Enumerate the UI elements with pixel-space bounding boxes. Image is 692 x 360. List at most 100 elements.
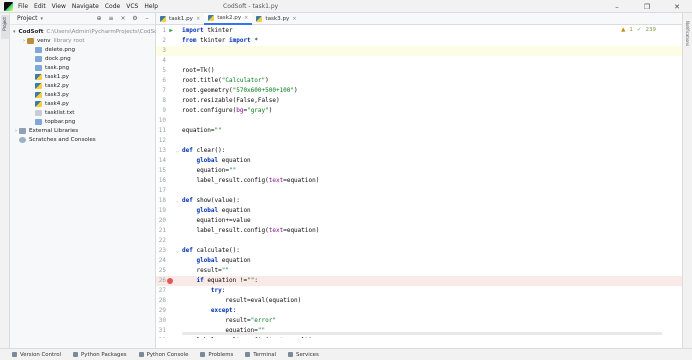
code-line[interactable]: 26 if equation !="": xyxy=(156,276,682,286)
line-number[interactable]: 13 xyxy=(156,146,166,156)
tree-item[interactable]: dock.png xyxy=(10,54,156,63)
line-number[interactable]: 15 xyxy=(156,166,166,176)
line-number[interactable]: 2 xyxy=(156,36,166,46)
code-line[interactable]: 7 root.geometry("570x600+500+100") xyxy=(156,86,682,96)
code-line[interactable]: 14 global equation xyxy=(156,156,682,166)
status-item[interactable]: Version Control xyxy=(12,352,61,358)
line-number[interactable]: 21 xyxy=(156,226,166,236)
fold-icon[interactable]: ⌄ xyxy=(176,146,179,156)
code-line[interactable]: 29 except: xyxy=(156,306,682,316)
line-number[interactable]: 9 xyxy=(156,106,166,116)
line-number[interactable]: 19 xyxy=(156,206,166,216)
menu-navigate[interactable]: Navigate xyxy=(72,3,99,10)
editor-tab[interactable]: task2.py × xyxy=(204,13,253,25)
tree-item[interactable]: task4.py xyxy=(10,99,156,108)
close-tab-icon[interactable]: × xyxy=(196,16,200,22)
horizontal-scrollbar[interactable] xyxy=(182,332,662,335)
line-number[interactable]: 24 xyxy=(156,256,166,266)
code-line[interactable]: 28 result=eval(equation) xyxy=(156,296,682,306)
line-number[interactable]: 29 xyxy=(156,306,166,316)
line-number[interactable]: 22 xyxy=(156,236,166,246)
tree-item[interactable]: Scratches and Consoles xyxy=(10,135,156,144)
editor-tab[interactable]: task3.py × xyxy=(252,13,300,25)
close-tab-icon[interactable]: × xyxy=(244,15,248,21)
code-line[interactable]: 27 try: xyxy=(156,286,682,296)
line-number[interactable]: 1 xyxy=(156,26,166,36)
code-line[interactable]: 23 ⌄ def calculate(): xyxy=(156,246,682,256)
code-line[interactable]: 11 equation="" xyxy=(156,126,682,136)
code-line[interactable]: 5 root=Tk() xyxy=(156,66,682,76)
tree-item[interactable]: › venv library root xyxy=(10,36,156,45)
line-number[interactable]: 3 xyxy=(156,46,166,56)
tree-item[interactable]: task.png xyxy=(10,63,156,72)
line-number[interactable]: 28 xyxy=(156,296,166,306)
fold-icon[interactable]: ⌄ xyxy=(176,196,179,206)
chevron-down-icon[interactable]: ▾ xyxy=(41,16,44,22)
code-line[interactable]: 30 result="error" xyxy=(156,316,682,326)
line-number[interactable]: 32 xyxy=(156,336,166,338)
line-number[interactable]: 4 xyxy=(156,56,166,66)
menu-help[interactable]: Help xyxy=(144,3,158,10)
tree-item[interactable]: task2.py xyxy=(10,81,156,90)
editor-tab[interactable]: task1.py × xyxy=(156,13,204,25)
code-line[interactable]: 4 xyxy=(156,56,682,66)
close-icon[interactable]: ✕ xyxy=(662,0,692,13)
tree-item[interactable]: ▾ CodSoft C:\Users\Admin\PycharmProjects\C… xyxy=(10,27,162,36)
code-line[interactable]: 3 xyxy=(156,46,682,56)
code-line[interactable]: 19 global equation xyxy=(156,206,682,216)
code-line[interactable]: 17 xyxy=(156,186,682,196)
hide-icon[interactable]: – xyxy=(144,16,150,22)
code-line[interactable]: 6 root.title("Calculator") xyxy=(156,76,682,86)
close-icon[interactable]: × xyxy=(120,16,126,22)
line-number[interactable]: 16 xyxy=(156,176,166,186)
status-item[interactable]: Terminal xyxy=(245,352,276,358)
code-line[interactable]: 9 root.configure(bg="gray") xyxy=(156,106,682,116)
code-line[interactable]: 15 equation="" xyxy=(156,166,682,176)
tree-item[interactable]: › External Libraries xyxy=(10,126,156,135)
status-item[interactable]: Problems xyxy=(200,352,233,358)
code-line[interactable]: 16 label_result.config(text=equation) xyxy=(156,176,682,186)
code-line[interactable]: 13 ⌄ def clear(): xyxy=(156,146,682,156)
gear-icon[interactable]: ⚙ xyxy=(132,16,138,22)
code-line[interactable]: 1 ▶ import tkinter xyxy=(156,26,682,36)
code-line[interactable]: 22 xyxy=(156,236,682,246)
line-number[interactable]: 27 xyxy=(156,286,166,296)
notifications-tab[interactable]: Notifications xyxy=(685,21,690,46)
code-line[interactable]: 24 global equation xyxy=(156,256,682,266)
line-number[interactable]: 11 xyxy=(156,126,166,136)
line-number[interactable]: 6 xyxy=(156,76,166,86)
project-tool-tab[interactable]: Project xyxy=(1,15,9,39)
status-item[interactable]: Services xyxy=(288,352,319,358)
line-number[interactable]: 12 xyxy=(156,136,166,146)
fold-icon[interactable]: ⌄ xyxy=(176,246,179,256)
line-number[interactable]: 30 xyxy=(156,316,166,326)
code-line[interactable]: 8 root.resizable(False,False) xyxy=(156,96,682,106)
code-line[interactable]: 12 xyxy=(156,136,682,146)
run-icon[interactable]: ▶ xyxy=(167,26,175,36)
code-line[interactable]: 10 xyxy=(156,116,682,126)
inspection-widget[interactable]: ▲ 1 ✓ 239 xyxy=(621,27,656,33)
menu-file[interactable]: File xyxy=(18,3,28,10)
collapse-all-icon[interactable]: ≡ xyxy=(108,16,114,22)
menu-vcs[interactable]: VCS xyxy=(126,3,138,10)
code-line[interactable]: 25 result="" xyxy=(156,266,682,276)
code-line[interactable]: 18 ⌄ def show(value): xyxy=(156,196,682,206)
code-line[interactable]: 32 label_result.config(text=result) xyxy=(156,336,682,338)
tree-item[interactable]: task1.py xyxy=(10,72,156,81)
line-number[interactable]: 23 xyxy=(156,246,166,256)
project-panel-title[interactable]: Project xyxy=(17,15,38,22)
code-line[interactable]: 21 label_result.config(text=equation) xyxy=(156,226,682,236)
status-item[interactable]: Python Console xyxy=(138,352,188,358)
locate-icon[interactable]: ⊕ xyxy=(96,16,102,22)
line-number[interactable]: 25 xyxy=(156,266,166,276)
line-number[interactable]: 8 xyxy=(156,96,166,106)
tree-item[interactable]: tasklist.txt xyxy=(10,108,156,117)
line-number[interactable]: 18 xyxy=(156,196,166,206)
line-number[interactable]: 17 xyxy=(156,186,166,196)
tree-item[interactable]: delete.png xyxy=(10,45,156,54)
line-number[interactable]: 5 xyxy=(156,66,166,76)
code-line[interactable]: 20 equation+=value xyxy=(156,216,682,226)
line-number[interactable]: 14 xyxy=(156,156,166,166)
status-item[interactable]: Python Packages xyxy=(73,352,127,358)
code-line[interactable]: 2 from tkinter import * xyxy=(156,36,682,46)
